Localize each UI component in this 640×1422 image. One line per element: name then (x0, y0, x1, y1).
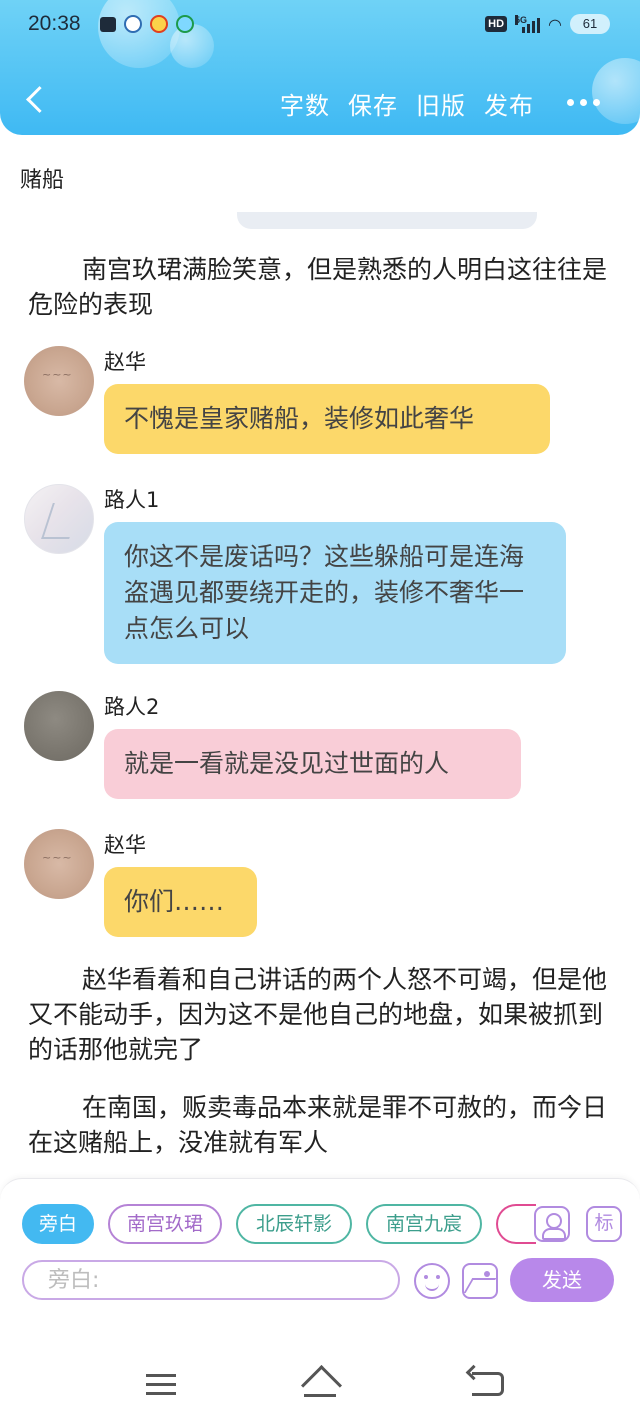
avatar[interactable] (24, 829, 94, 899)
old-version-button[interactable]: 旧版 (416, 86, 466, 121)
emoji-icon[interactable] (414, 1263, 450, 1299)
speaker-name: 赵华 (104, 350, 146, 374)
message-bubble[interactable]: 不愧是皇家赌船，装修如此奢华 (104, 384, 550, 454)
send-button[interactable]: 发送 (510, 1258, 614, 1302)
hd-badge: HD (485, 16, 508, 32)
avatar[interactable] (24, 484, 94, 554)
system-nav-bar (0, 1348, 640, 1422)
document-title[interactable]: 赌船 (20, 162, 64, 194)
save-button[interactable]: 保存 (348, 86, 398, 121)
person-card-icon[interactable] (534, 1206, 570, 1242)
wifi-icon: ◠ (548, 14, 562, 34)
battery-indicator: 61 (570, 14, 610, 34)
avatar[interactable] (24, 691, 94, 761)
image-icon[interactable] (462, 1263, 498, 1299)
status-bar: 20:38 HD 5G ◠ 61 (0, 0, 640, 50)
message-bubble[interactable]: 你们…… (104, 867, 257, 937)
more-dots-icon[interactable] (567, 99, 600, 106)
role-chip-nangong-jiuchen[interactable]: 南宫九宸 (366, 1204, 482, 1244)
message-bubble[interactable]: 你这不是废话吗？这些躲船可是连海盗遇见都要绕开走的，装修不奢华一点怎么可以 (104, 522, 566, 664)
editor-screen: 20:38 HD 5G ◠ 61 字数 保存 旧版 发布 赌船 南宫玖珺满脸笑意… (0, 0, 640, 1422)
status-indicators: HD 5G ◠ 61 (485, 14, 610, 34)
home-icon[interactable] (300, 1368, 340, 1400)
narration-paragraph[interactable]: 赵华看着和自己讲话的两个人怒不可竭，但是他又不能动手，因为这不是他自己的地盘，如… (28, 962, 618, 1067)
notification-icons (100, 15, 194, 33)
network-label: 5G (515, 15, 528, 25)
narration-paragraph[interactable]: 在南国，贩卖毒品本来就是罪不可赦的，而今日在这赌船上，没准就有军人 (28, 1090, 618, 1160)
role-chip-beichen-xuanying[interactable]: 北辰轩影 (236, 1204, 352, 1244)
header-decoration (592, 58, 640, 124)
status-time: 20:38 (28, 12, 81, 35)
word-count-button[interactable]: 字数 (280, 86, 330, 121)
narration-paragraph[interactable]: 南宫玖珺满脸笑意，但是熟悉的人明白这往往是危险的表现 (28, 252, 618, 322)
message-bubble[interactable]: 就是一看就是没见过世面的人 (104, 729, 521, 799)
role-chip-nangong-jiujun[interactable]: 南宫玖珺 (108, 1204, 222, 1244)
role-chip-narrator[interactable]: 旁白 (22, 1204, 94, 1244)
weibo-icon (150, 15, 168, 33)
tag-button[interactable]: 标 (586, 1206, 622, 1242)
app-header: 20:38 HD 5G ◠ 61 字数 保存 旧版 发布 (0, 0, 640, 135)
chevron-left-icon[interactable] (18, 82, 52, 122)
editor-toolbar: 字数 保存 旧版 发布 (280, 86, 534, 121)
maps-icon (176, 15, 194, 33)
speaker-name: 路人2 (104, 695, 160, 719)
signal-icon: 5G (515, 15, 541, 33)
back-icon[interactable] (472, 1372, 504, 1396)
avatar[interactable] (24, 346, 94, 416)
book-icon (100, 17, 116, 32)
role-chip-more[interactable] (496, 1204, 536, 1244)
menu-icon[interactable] (146, 1374, 176, 1396)
speaker-name: 赵华 (104, 833, 146, 857)
speaker-name: 路人1 (104, 488, 160, 512)
previous-message-stub (237, 212, 537, 229)
publish-button[interactable]: 发布 (484, 86, 534, 121)
app-notification-icon (124, 15, 142, 33)
message-input[interactable]: 旁白: (22, 1260, 400, 1300)
